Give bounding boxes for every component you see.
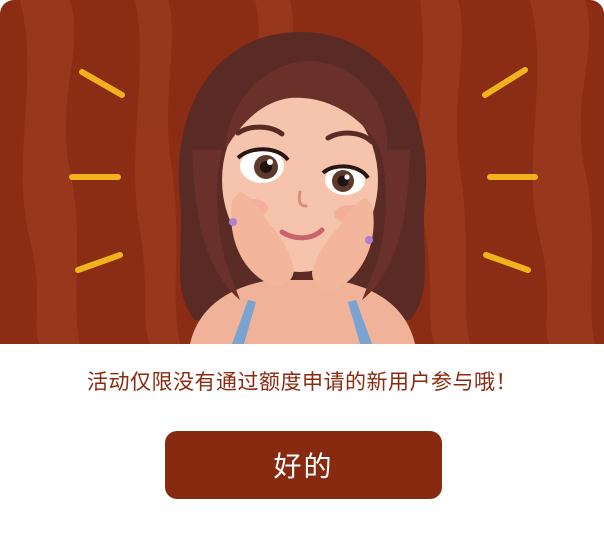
confirm-button[interactable]: 好的 xyxy=(165,431,442,499)
promo-dialog: 活动仅限没有通过额度申请的新用户参与哦！ 好的 xyxy=(0,0,604,550)
girl-character xyxy=(178,32,427,344)
banner-illustration xyxy=(0,0,604,344)
eligibility-message: 活动仅限没有通过额度申请的新用户参与哦！ xyxy=(87,370,517,394)
